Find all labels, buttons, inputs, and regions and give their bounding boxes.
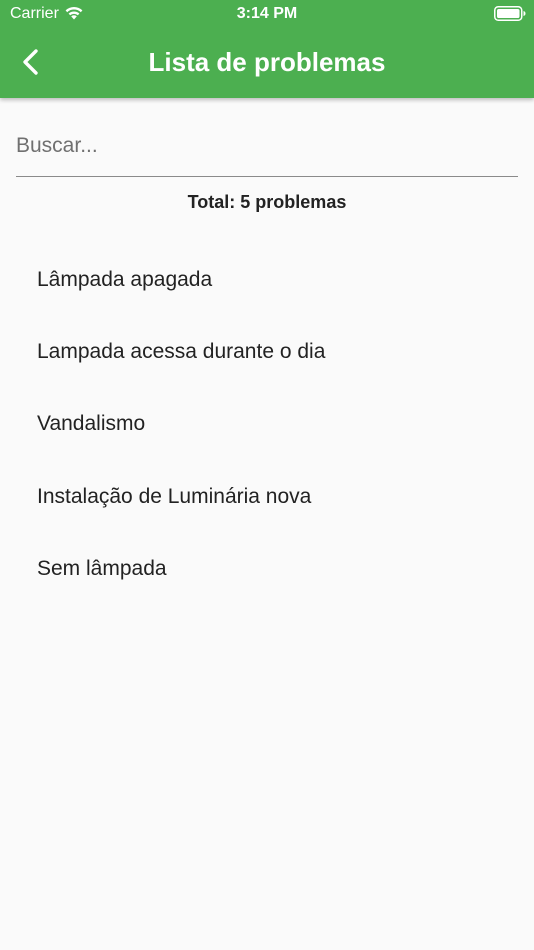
list-item[interactable]: Lampada acessa durante o dia <box>0 316 534 388</box>
total-count-label: Total: 5 problemas <box>187 192 347 212</box>
page-title: Lista de problemas <box>148 47 386 77</box>
list-item[interactable]: Lâmpada apagada <box>0 244 534 316</box>
status-bar: Carrier 3:14 PM <box>0 0 534 28</box>
battery-icon <box>494 6 526 21</box>
screen: Carrier 3:14 PM Lista de problemas Total… <box>0 0 534 950</box>
list-item[interactable]: Instalação de Luminária nova <box>0 461 534 533</box>
search-input[interactable] <box>16 124 518 168</box>
app-bar: Carrier 3:14 PM Lista de problemas <box>0 0 534 98</box>
list-item[interactable]: Vandalismo <box>0 388 534 460</box>
list-item[interactable]: Sem lâmpada <box>0 533 534 605</box>
status-time: 3:14 PM <box>236 5 298 22</box>
problem-list: Lâmpada apagada Lampada acessa durante o… <box>0 244 534 605</box>
search-field <box>16 124 518 177</box>
